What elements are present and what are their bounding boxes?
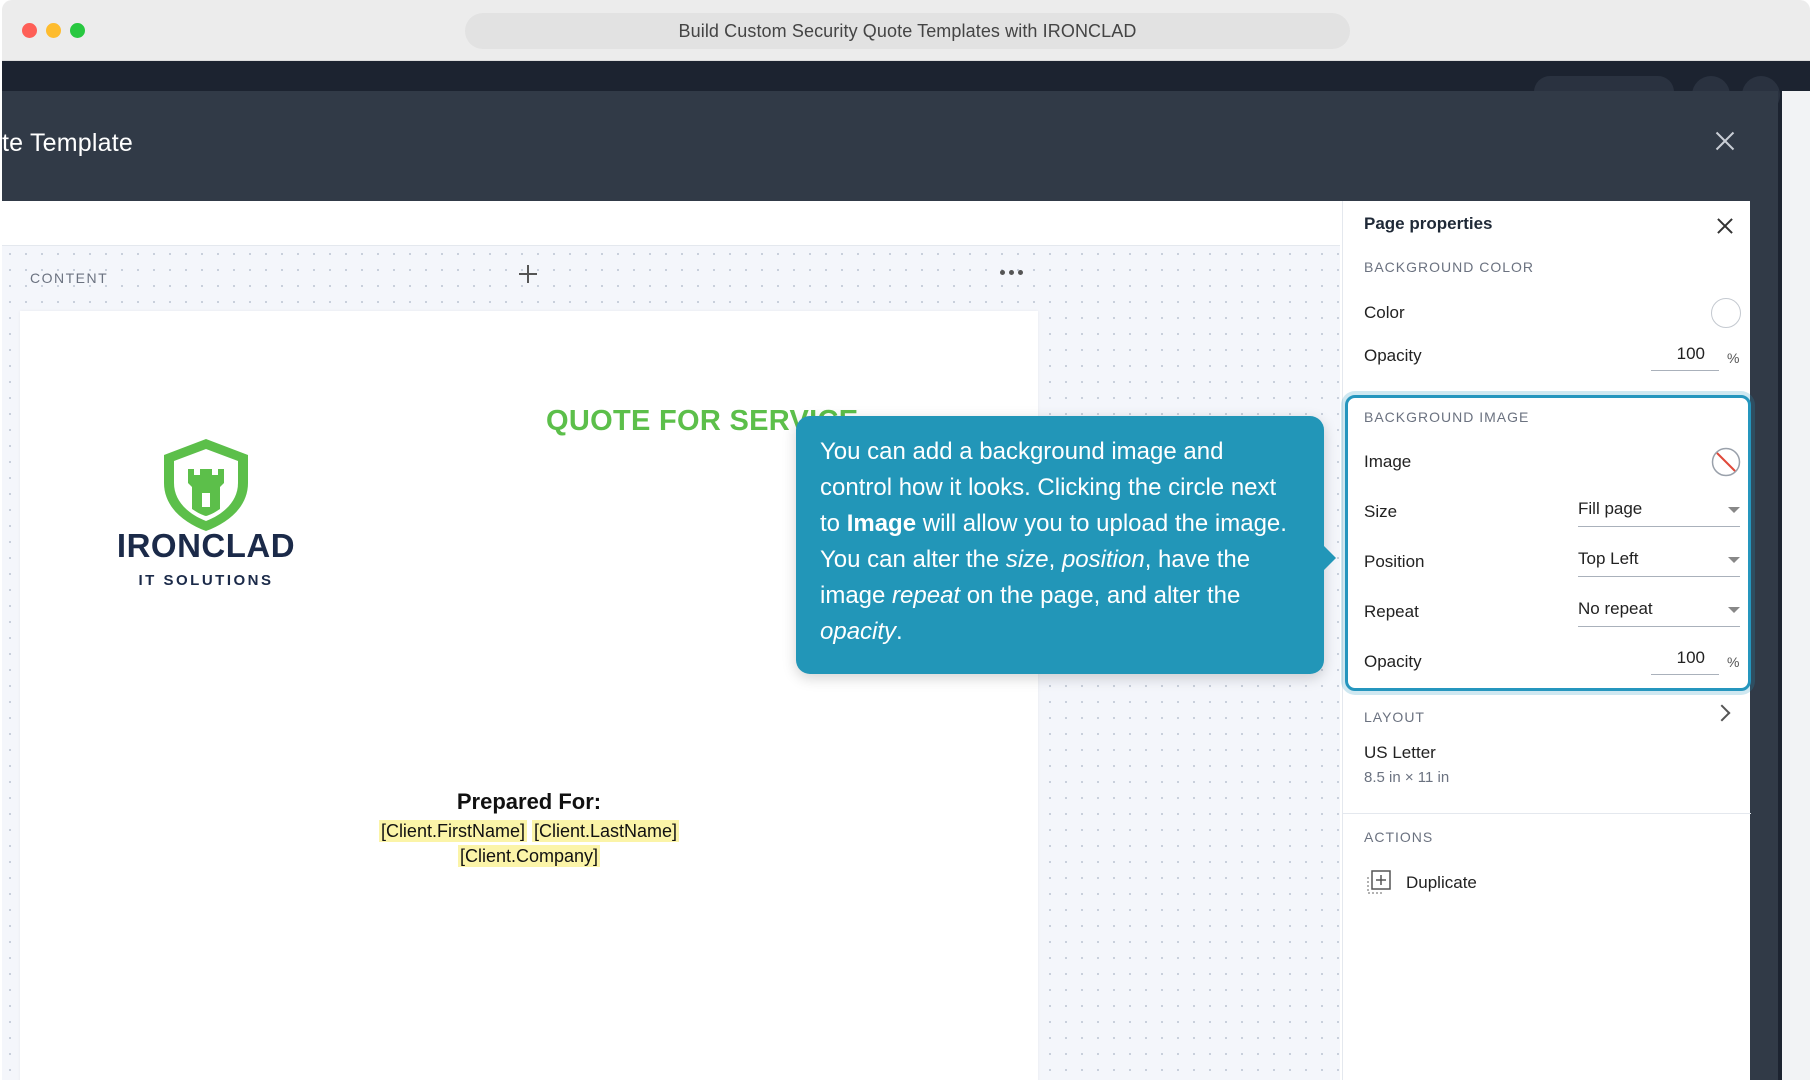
- bg-color-opacity-label: Opacity: [1364, 346, 1422, 365]
- bg-color-opacity-input[interactable]: 100: [1651, 341, 1719, 371]
- background-color-section-label: BACKGROUND COLOR: [1364, 259, 1535, 275]
- tooltip-text: ,: [1048, 546, 1062, 573]
- repeat-label: Repeat: [1364, 602, 1419, 621]
- chevron-right-icon[interactable]: [1713, 703, 1735, 725]
- minimize-window-button[interactable]: [46, 23, 61, 38]
- client-firstname-tag: [Client.FirstName]: [378, 820, 527, 842]
- position-label: Position: [1364, 552, 1425, 571]
- backdrop-right-strip: [1782, 91, 1810, 1080]
- background-image-section-label: BACKGROUND IMAGE: [1364, 409, 1530, 425]
- shield-castle-icon: [164, 439, 248, 531]
- client-lastname-tag: [Client.LastName]: [531, 820, 680, 842]
- client-name-line: [Client.FirstName] [Client.LastName]: [20, 820, 1038, 842]
- chevron-down-icon: [1728, 507, 1740, 513]
- color-label: Color: [1364, 303, 1405, 322]
- modal-right-gutter: [1750, 201, 1778, 1080]
- position-select[interactable]: Top Left: [1578, 543, 1740, 577]
- more-options-icon[interactable]: [998, 266, 1025, 279]
- tooltip-text: on the page, and alter the: [960, 582, 1241, 609]
- tooltip-text: .: [896, 618, 903, 645]
- modal-close-icon[interactable]: [1710, 127, 1740, 157]
- content-section-label: CONTENT: [30, 270, 109, 286]
- tooltip-italic-opacity: opacity: [820, 618, 897, 645]
- page-properties-panel: Page properties BACKGROUND COLOR Color O…: [1342, 201, 1751, 1080]
- maximize-window-button[interactable]: [70, 23, 85, 38]
- chevron-down-icon: [1728, 557, 1740, 563]
- prepared-for-block[interactable]: Prepared For: [Client.FirstName] [Client…: [20, 789, 1038, 867]
- editor-toolbar: [2, 201, 1340, 246]
- color-picker-swatch[interactable]: [1711, 298, 1741, 328]
- panel-divider: [1343, 813, 1751, 814]
- size-label: Size: [1364, 502, 1398, 521]
- bg-color-opacity-unit: %: [1727, 350, 1740, 366]
- client-company-line: [Client.Company]: [20, 845, 1038, 867]
- chevron-down-icon: [1728, 607, 1740, 613]
- tooltip-bold-image: Image: [846, 510, 917, 537]
- modal-title: te Template: [2, 129, 133, 157]
- duplicate-button[interactable]: Duplicate: [1364, 869, 1477, 897]
- image-label: Image: [1364, 452, 1412, 471]
- logo-sub-text: IT SOLUTIONS: [138, 572, 274, 589]
- layout-section-label: LAYOUT: [1364, 709, 1425, 725]
- size-select[interactable]: Fill page: [1578, 493, 1740, 527]
- tooltip-italic-repeat: repeat: [892, 582, 961, 609]
- close-window-button[interactable]: [22, 23, 37, 38]
- page-size-name: US Letter: [1364, 743, 1436, 762]
- actions-section-label: ACTIONS: [1364, 829, 1434, 845]
- guide-tooltip: You can add a background image and contr…: [796, 416, 1336, 674]
- size-select-value: Fill page: [1578, 499, 1643, 518]
- repeat-select[interactable]: No repeat: [1578, 593, 1740, 627]
- bg-image-opacity-unit: %: [1727, 654, 1740, 670]
- window-titlebar: Build Custom Security Quote Templates wi…: [2, 0, 1810, 61]
- prepared-for-heading: Prepared For:: [456, 789, 602, 814]
- logo-brand-text: IRONCLAD: [116, 527, 296, 564]
- bg-image-opacity-input[interactable]: 100: [1651, 645, 1719, 675]
- position-select-value: Top Left: [1578, 549, 1639, 568]
- panel-close-icon[interactable]: [1713, 214, 1737, 238]
- no-image-icon[interactable]: [1710, 446, 1742, 478]
- client-company-tag: [Client.Company]: [457, 845, 601, 867]
- page-size-dimensions: 8.5 in × 11 in: [1364, 769, 1450, 786]
- duplicate-label: Duplicate: [1406, 873, 1477, 892]
- tooltip-italic-size: size: [1005, 546, 1049, 573]
- window-title: Build Custom Security Quote Templates wi…: [465, 13, 1350, 49]
- panel-title: Page properties: [1364, 214, 1493, 233]
- ironclad-logo[interactable]: IRONCLAD IT SOLUTIONS: [106, 437, 306, 607]
- bg-image-opacity-label: Opacity: [1364, 652, 1422, 671]
- add-content-icon[interactable]: [514, 260, 542, 288]
- screen: Build Custom Security Quote Templates wi…: [0, 0, 1812, 1080]
- tooltip-italic-position: position: [1061, 546, 1145, 573]
- repeat-select-value: No repeat: [1578, 599, 1653, 618]
- duplicate-icon: [1367, 870, 1391, 894]
